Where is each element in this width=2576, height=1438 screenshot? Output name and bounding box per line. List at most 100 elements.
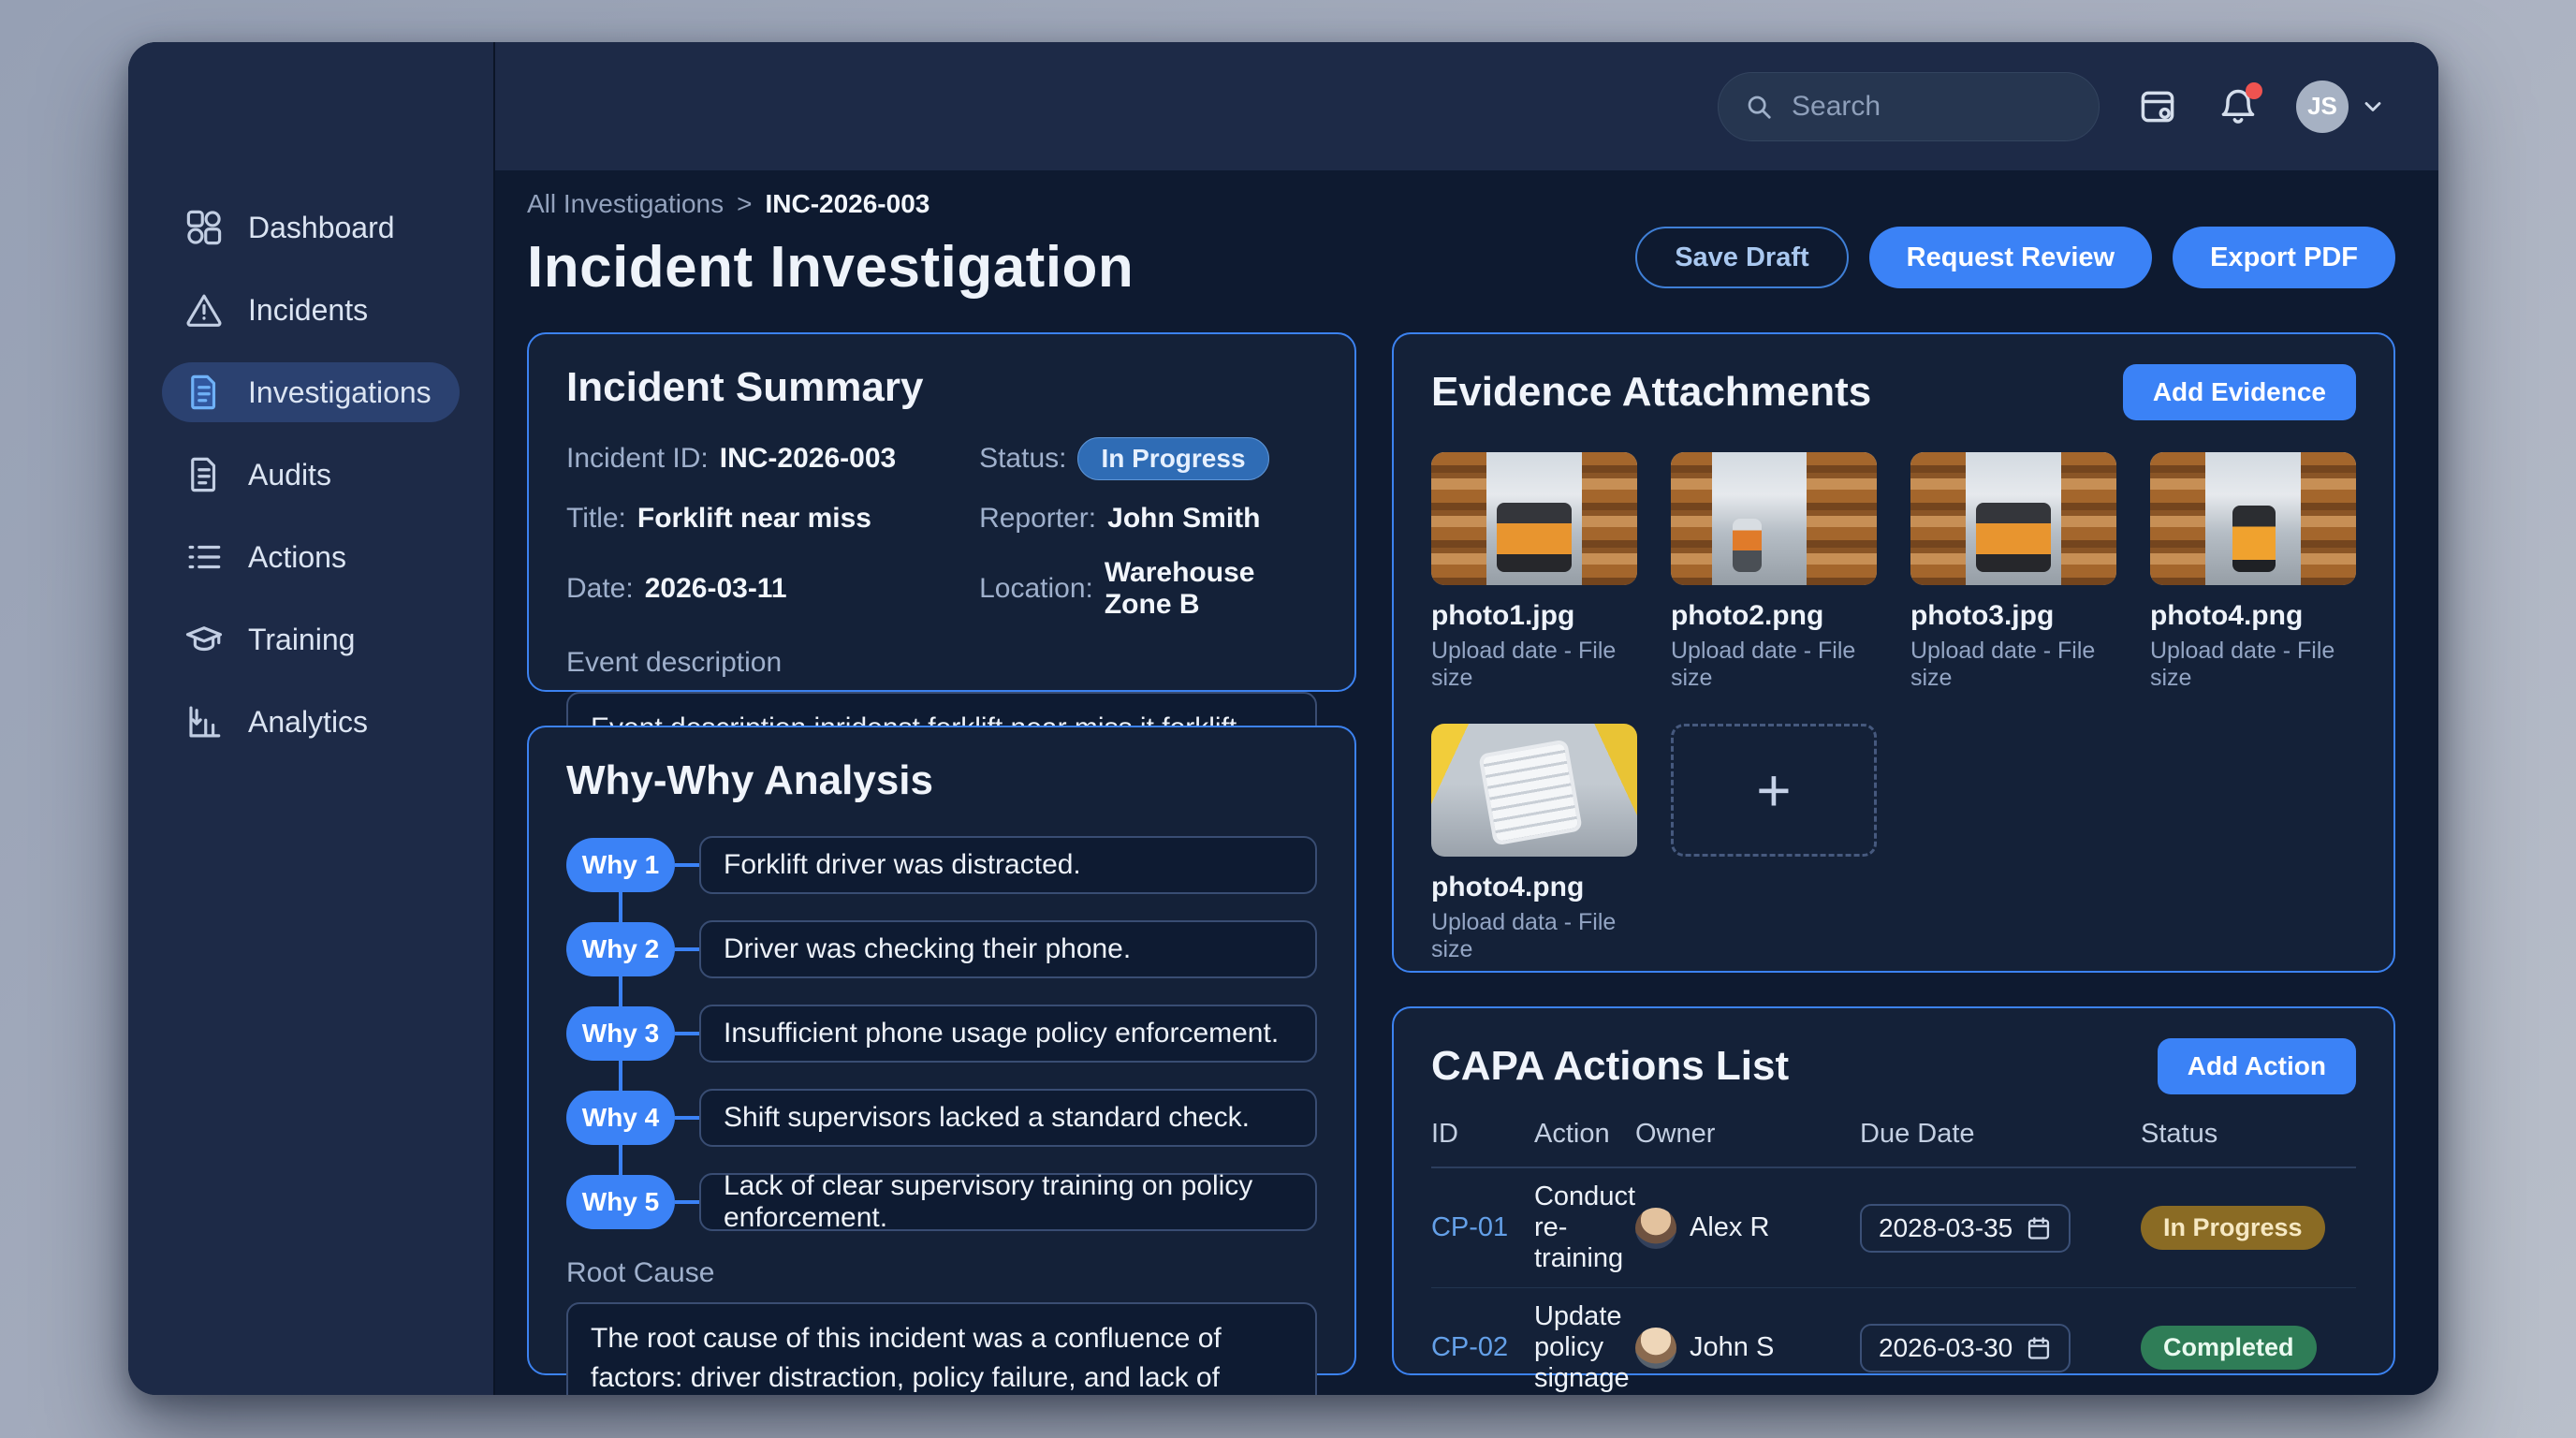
evidence-item: photo2.png Upload date - File size xyxy=(1671,452,1877,692)
card-panel-icon xyxy=(2137,86,2178,127)
owner-avatar xyxy=(1635,1208,1676,1249)
sidebar-item-training[interactable]: Training xyxy=(162,609,460,669)
evidence-photo[interactable] xyxy=(1431,452,1637,585)
why-row-4: Why 4 Shift supervisors lacked a standar… xyxy=(566,1089,1317,1147)
why-chip: Why 5 xyxy=(566,1175,675,1229)
add-evidence-tile[interactable]: + xyxy=(1671,724,1877,857)
incident-summary-card: Incident Summary Incident ID:INC-2026-00… xyxy=(527,332,1356,692)
status-badge: In Progress xyxy=(2141,1206,2325,1250)
sidebar-item-label: Dashboard xyxy=(248,211,395,245)
sidebar-item-incidents[interactable]: Incidents xyxy=(162,280,460,340)
due-date-input[interactable]: 2028-03-35 xyxy=(1860,1204,2071,1253)
plus-icon: + xyxy=(1756,756,1791,825)
capa-table-header: IDAction OwnerDue Date Status xyxy=(1431,1119,2356,1168)
owner-avatar xyxy=(1635,1328,1676,1369)
action-id: CP-02 xyxy=(1431,1332,1534,1363)
document-icon xyxy=(184,373,224,412)
evidence-filename: photo3.jpg xyxy=(1910,600,2116,632)
calendar-icon xyxy=(2026,1335,2052,1361)
evidence-photo[interactable] xyxy=(1910,452,2116,585)
why-why-card: Why-Why Analysis Why 1 Forklift driver w… xyxy=(527,726,1356,1375)
action-text: Conduct re-training xyxy=(1534,1181,1635,1274)
chevron-down-icon xyxy=(2360,94,2386,120)
sidebar-item-label: Training xyxy=(248,623,355,657)
evidence-meta: Upload date - File size xyxy=(1671,638,1877,692)
sidebar-item-investigations[interactable]: Investigations xyxy=(162,362,460,422)
why-chip: Why 2 xyxy=(566,922,675,976)
notifications-button[interactable] xyxy=(2216,84,2261,129)
status-badge: In Progress xyxy=(1077,437,1268,480)
avatar[interactable]: JS xyxy=(2296,81,2349,133)
add-evidence-button[interactable]: Add Evidence xyxy=(2123,364,2356,420)
evidence-filename: photo2.png xyxy=(1671,600,1877,632)
why-row-1: Why 1 Forklift driver was distracted. xyxy=(566,836,1317,894)
why-input[interactable]: Insufficient phone usage policy enforcem… xyxy=(699,1005,1317,1063)
why-chip: Why 3 xyxy=(566,1006,675,1061)
sidebar-item-label: Analytics xyxy=(248,705,368,740)
why-input[interactable]: Shift supervisors lacked a standard chec… xyxy=(699,1089,1317,1147)
content: All Investigations > INC-2026-003 Incide… xyxy=(495,170,2438,1395)
export-pdf-button[interactable]: Export PDF xyxy=(2173,227,2395,288)
sidebar-item-label: Actions xyxy=(248,540,346,575)
bar-chart-icon xyxy=(184,702,224,741)
graduation-cap-icon xyxy=(184,620,224,659)
sidebar-item-audits[interactable]: Audits xyxy=(162,445,460,505)
warning-triangle-icon xyxy=(184,290,224,330)
evidence-photo[interactable] xyxy=(1431,724,1637,857)
breadcrumb-parent[interactable]: All Investigations xyxy=(527,189,724,219)
sidebar-item-actions[interactable]: Actions xyxy=(162,527,460,587)
audit-document-icon xyxy=(184,455,224,494)
field-date: Date:2026-03-11 xyxy=(566,557,979,621)
panel-button[interactable] xyxy=(2135,84,2180,129)
evidence-filename: photo4.png xyxy=(2150,600,2356,632)
breadcrumb-current: INC-2026-003 xyxy=(765,189,929,219)
field-reporter: Reporter:John Smith xyxy=(979,503,1317,535)
request-review-button[interactable]: Request Review xyxy=(1869,227,2152,288)
evidence-title: Evidence Attachments xyxy=(1431,369,1871,416)
evidence-item: photo1.jpg Upload date - File size xyxy=(1431,452,1637,692)
root-cause-input[interactable]: The root cause of this incident was a co… xyxy=(566,1302,1317,1395)
root-cause-label: Root Cause xyxy=(566,1257,1317,1289)
field-incident-id: Incident ID:INC-2026-003 xyxy=(566,437,979,480)
sidebar-item-analytics[interactable]: Analytics xyxy=(162,692,460,752)
evidence-item: photo3.jpg Upload date - File size xyxy=(1910,452,2116,692)
why-input[interactable]: Driver was checking their phone. xyxy=(699,920,1317,978)
sidebar-item-dashboard[interactable]: Dashboard xyxy=(162,198,460,257)
add-action-button[interactable]: Add Action xyxy=(2158,1038,2356,1094)
evidence-meta: Upload date - File size xyxy=(2150,638,2356,692)
due-date-input[interactable]: 2026-03-30 xyxy=(1860,1324,2071,1372)
action-id: CP-01 xyxy=(1431,1212,1534,1243)
evidence-photo[interactable] xyxy=(2150,452,2356,585)
search-icon xyxy=(1745,91,1773,123)
main-area: JS All Investigations > INC-2026-003 Inc… xyxy=(493,42,2438,1395)
sidebar-item-label: Incidents xyxy=(248,293,368,328)
breadcrumb-separator: > xyxy=(737,189,752,219)
why-input[interactable]: Forklift driver was distracted. xyxy=(699,836,1317,894)
search-box[interactable] xyxy=(1718,72,2100,141)
event-description-label: Event description xyxy=(566,647,1317,679)
user-menu[interactable]: JS xyxy=(2296,81,2386,133)
field-location: Location:Warehouse Zone B xyxy=(979,557,1317,621)
capa-title: CAPA Actions List xyxy=(1431,1043,1789,1090)
evidence-meta: Upload data - File size xyxy=(1431,909,1637,963)
notification-dot xyxy=(2246,82,2262,99)
search-input[interactable] xyxy=(1792,91,2072,123)
why-chip: Why 1 xyxy=(566,838,675,892)
action-text: Update policy signage xyxy=(1534,1301,1635,1394)
why-why-title: Why-Why Analysis xyxy=(566,757,1317,804)
list-icon xyxy=(184,537,224,577)
why-input[interactable]: Lack of clear supervisory training on po… xyxy=(699,1173,1317,1231)
evidence-photo[interactable] xyxy=(1671,452,1877,585)
calendar-icon xyxy=(2026,1215,2052,1241)
save-draft-button[interactable]: Save Draft xyxy=(1635,227,1848,288)
page-title: Incident Investigation xyxy=(527,234,1134,301)
owner-cell: Alex R xyxy=(1635,1208,1860,1249)
evidence-card: Evidence Attachments Add Evidence photo1… xyxy=(1392,332,2395,973)
sidebar: Dashboard Incidents Investigations Audit… xyxy=(128,42,493,1395)
why-chip: Why 4 xyxy=(566,1091,675,1145)
why-row-2: Why 2 Driver was checking their phone. xyxy=(566,920,1317,978)
evidence-item: photo4.png Upload data - File size xyxy=(1431,724,1637,963)
breadcrumb: All Investigations > INC-2026-003 xyxy=(527,189,1134,219)
field-title: Title:Forklift near miss xyxy=(566,503,979,535)
why-row-3: Why 3 Insufficient phone usage policy en… xyxy=(566,1005,1317,1063)
